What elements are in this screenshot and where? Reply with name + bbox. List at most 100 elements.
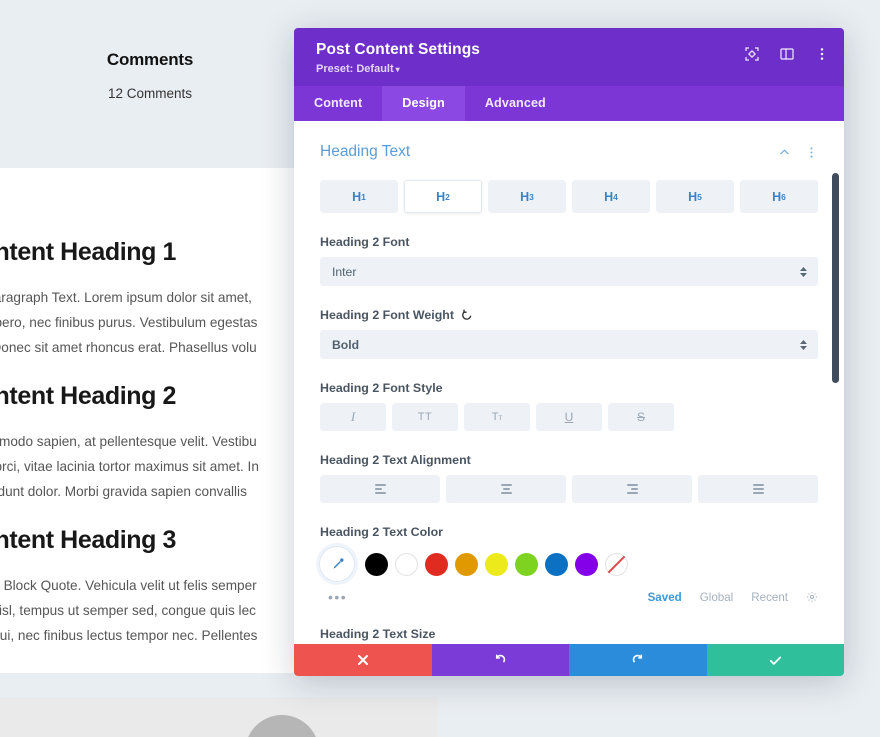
h2-sub: 2 — [445, 191, 450, 202]
h3-label: H — [520, 189, 530, 204]
heading-level-h5[interactable]: H5 — [656, 180, 734, 213]
comments-count: 12 Comments — [107, 86, 193, 101]
more-vertical-icon[interactable] — [814, 46, 830, 62]
strikethrough-icon[interactable]: S — [608, 403, 674, 431]
chevron-down-icon: ▾ — [395, 65, 400, 74]
swatch-green[interactable] — [515, 552, 538, 576]
h6-sub: 6 — [781, 191, 786, 202]
palette-tabs: Saved Global Recent — [648, 591, 818, 604]
font-weight-select-value: Bold — [332, 337, 360, 352]
font-label-text: Heading 2 Font — [320, 235, 410, 249]
cancel-button[interactable] — [294, 644, 432, 676]
modal-body: Heading Text H1 H2 H3 H4 H5 H6 Heading 2… — [294, 121, 844, 644]
preset-selector[interactable]: Preset: Default ▾ — [316, 63, 824, 75]
section-title: Heading Text — [320, 143, 411, 160]
modal-footer — [294, 644, 844, 676]
align-justify-icon[interactable] — [698, 475, 818, 503]
h3-sub: 3 — [529, 191, 534, 202]
text-color-field: Heading 2 Text Color ••• Saved Global Re… — [320, 525, 818, 605]
text-alignment-field-label: Heading 2 Text Alignment — [320, 453, 818, 467]
text-size-field: Heading 2 Text Size 26px — [320, 627, 818, 644]
palette-tab-global[interactable]: Global — [700, 591, 734, 604]
palette-tab-saved[interactable]: Saved — [648, 591, 682, 604]
text-alignment-label-text: Heading 2 Text Alignment — [320, 453, 471, 467]
section-more-vertical-icon[interactable] — [805, 146, 818, 159]
post-content-settings-modal: Post Content Settings Preset: Default▾ — [294, 28, 844, 676]
close-icon — [357, 655, 368, 665]
font-weight-select[interactable]: Bold — [320, 330, 818, 359]
text-color-field-label: Heading 2 Text Color — [320, 525, 818, 539]
content-paragraph-2: a commodo sapien, at pellentesque velit.… — [0, 434, 259, 499]
heading-level-tabs: H1 H2 H3 H4 H5 H6 — [320, 180, 818, 213]
font-field-label: Heading 2 Font — [320, 235, 818, 249]
align-right-icon[interactable] — [572, 475, 692, 503]
heading-level-h4[interactable]: H4 — [572, 180, 650, 213]
content-heading-1: Content Heading 1 — [0, 238, 177, 266]
modal-tabs: Content Design Advanced — [294, 86, 844, 121]
underline-icon[interactable]: U — [536, 403, 602, 431]
content-paragraph-1: ent Paragraph Text. Lorem ipsum dolor si… — [0, 290, 258, 355]
redo-button[interactable] — [569, 644, 707, 676]
select-arrows-icon — [800, 266, 807, 277]
color-meta-row: ••• Saved Global Recent — [320, 589, 818, 605]
select-arrows-icon — [800, 339, 807, 350]
comments-block: Comments 12 Comments — [0, 50, 300, 140]
font-weight-label-text: Heading 2 Font Weight — [320, 308, 454, 322]
undo-icon — [495, 653, 505, 662]
header-icon-group — [744, 46, 830, 62]
placeholder-shape-icon — [245, 715, 319, 737]
h5-label: H — [688, 189, 698, 204]
font-field: Heading 2 Font Inter — [320, 235, 818, 286]
uppercase-icon[interactable]: TT — [392, 403, 458, 431]
align-left-icon[interactable] — [320, 475, 440, 503]
scrollbar-thumb[interactable] — [832, 173, 839, 383]
h6-label: H — [772, 189, 782, 204]
more-colors-icon[interactable]: ••• — [328, 589, 347, 605]
h1-sub: 1 — [361, 191, 366, 202]
font-weight-field: Heading 2 Font Weight Bold — [320, 308, 818, 359]
swatch-white[interactable] — [395, 552, 418, 576]
h4-sub: 4 — [613, 191, 618, 202]
text-alignment-buttons — [320, 475, 818, 503]
reset-icon[interactable] — [461, 309, 473, 321]
content-heading-2: Content Heading 2 — [0, 382, 177, 410]
layout-panel-icon[interactable] — [779, 46, 795, 62]
h2-label: H — [436, 189, 446, 204]
content-paragraph-3: ontent Block Quote. Vehicula velit ut fe… — [0, 578, 258, 643]
font-style-field-label: Heading 2 Font Style — [320, 381, 818, 395]
swatch-purple[interactable] — [575, 552, 598, 576]
article-content: Content Heading 1 ent Paragraph Text. Lo… — [0, 238, 302, 648]
heading-level-h2[interactable]: H2 — [404, 180, 482, 213]
gear-icon[interactable] — [806, 591, 818, 603]
palette-tab-recent[interactable]: Recent — [751, 591, 788, 604]
tab-content[interactable]: Content — [294, 86, 382, 121]
tab-advanced[interactable]: Advanced — [465, 86, 566, 121]
italic-icon[interactable]: I — [320, 403, 386, 431]
chevron-up-icon[interactable] — [778, 146, 791, 159]
swatch-blue[interactable] — [545, 552, 568, 576]
save-button[interactable] — [706, 644, 844, 676]
font-select[interactable]: Inter — [320, 257, 818, 286]
swatch-red[interactable] — [425, 552, 448, 576]
font-style-field: Heading 2 Font Style I TT Tт U S — [320, 381, 818, 431]
heading-level-h3[interactable]: H3 — [488, 180, 566, 213]
h1-label: H — [352, 189, 362, 204]
swatch-yellow[interactable] — [485, 552, 508, 576]
swatch-black[interactable] — [365, 552, 388, 576]
redo-icon — [633, 653, 643, 662]
swatch-orange[interactable] — [455, 552, 478, 576]
modal-scrollbar[interactable] — [832, 173, 839, 644]
tab-design[interactable]: Design — [382, 86, 465, 121]
check-icon — [769, 656, 781, 665]
focus-target-icon[interactable] — [744, 46, 760, 62]
heading-level-h1[interactable]: H1 — [320, 180, 398, 213]
swatch-transparent[interactable] — [605, 552, 628, 576]
undo-button[interactable] — [431, 644, 569, 676]
comments-title: Comments — [106, 50, 194, 69]
text-size-field-label: Heading 2 Text Size — [320, 627, 818, 641]
align-center-icon[interactable] — [446, 475, 566, 503]
eyedropper-icon[interactable] — [320, 547, 354, 581]
font-style-label-text: Heading 2 Font Style — [320, 381, 443, 395]
heading-level-h6[interactable]: H6 — [740, 180, 818, 213]
small-caps-icon[interactable]: Tт — [464, 403, 530, 431]
